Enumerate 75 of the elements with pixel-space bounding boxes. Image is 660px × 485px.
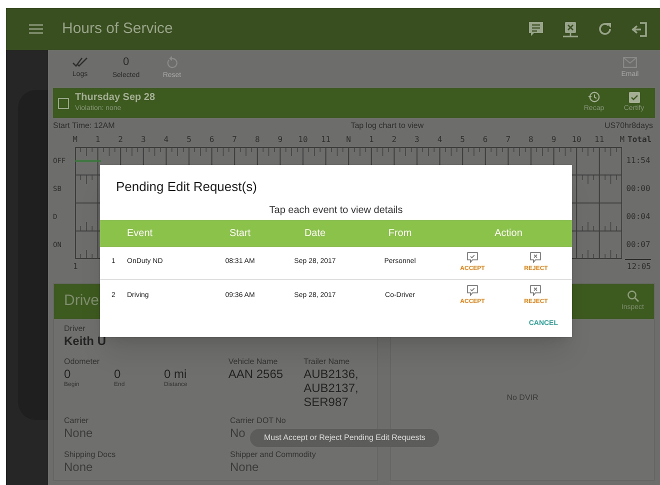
field-label: Carrier DOT No xyxy=(230,415,287,426)
hour-label: 11 xyxy=(320,134,332,146)
clipboard-check-icon xyxy=(628,91,640,104)
row-total: 11:54 xyxy=(626,155,650,167)
column-header: Event xyxy=(127,228,153,238)
hour-label: 1 xyxy=(94,134,102,146)
comment-x-icon xyxy=(530,252,542,262)
row-total: 00:00 xyxy=(626,183,650,195)
hour-label: 3 xyxy=(414,134,420,146)
start-time: Start Time: 12AM xyxy=(53,120,115,132)
hour-label: 8 xyxy=(528,134,534,146)
hour-label: 7 xyxy=(231,134,238,146)
column-header: Action xyxy=(494,226,522,240)
hour-label: 6 xyxy=(208,134,216,146)
hour-label: M xyxy=(72,134,78,146)
column-header: Start xyxy=(229,226,251,240)
row-total: 00:07 xyxy=(626,239,650,251)
field-label: Driver xyxy=(64,323,86,334)
app-title: Hours of Service xyxy=(62,18,173,39)
field-label: Carrier xyxy=(64,415,90,426)
chart-hint: Tap log chart to view xyxy=(350,120,424,132)
field-value: AUB2136, AUB2137, SER987 xyxy=(304,367,360,409)
day-checkbox[interactable] xyxy=(58,98,69,108)
refresh-icon[interactable] xyxy=(597,21,613,37)
field-label: Odometer xyxy=(64,356,101,367)
device-disconnect-icon[interactable] xyxy=(562,20,579,38)
comment-x-icon xyxy=(530,285,542,296)
field-label: Shipping Docs xyxy=(64,449,117,460)
email-icon xyxy=(623,57,637,68)
hour-label: 6 xyxy=(482,134,489,146)
field-value: AAN 2565 xyxy=(228,367,284,381)
search-icon xyxy=(626,290,639,302)
hour-label: 9 xyxy=(276,134,284,146)
hour-label: 4 xyxy=(162,134,170,146)
day-date: Thursday Sep 28 xyxy=(75,92,156,104)
page-number: 1 xyxy=(73,261,78,273)
comment-check-icon xyxy=(466,252,478,262)
grand-total: 12:05 xyxy=(624,259,651,273)
row-total: 00:04 xyxy=(626,211,650,223)
field-value: 0 xyxy=(64,367,71,381)
comment-check-icon xyxy=(466,285,478,296)
rule-set: US70hr8days xyxy=(604,120,653,132)
hour-label: 5 xyxy=(186,134,192,146)
card-title: Drive xyxy=(64,291,100,312)
hour-label: 11 xyxy=(594,134,606,146)
hour-label: 10 xyxy=(570,134,582,146)
column-header: Date xyxy=(304,226,326,240)
total-header: Total xyxy=(628,134,652,146)
logout-icon[interactable] xyxy=(631,20,648,38)
field-label: Vehicle Name xyxy=(228,356,279,367)
field-label: Trailer Name xyxy=(304,356,351,367)
hour-label: 3 xyxy=(140,134,147,146)
message-icon[interactable] xyxy=(528,21,544,37)
hour-label: 2 xyxy=(390,134,398,146)
menu-icon[interactable] xyxy=(29,24,43,34)
dialog-subtitle: Tap each event to view details xyxy=(268,204,404,218)
hour-label: 10 xyxy=(297,134,309,146)
hour-label: 7 xyxy=(504,134,512,146)
field-value: 0 mi xyxy=(164,367,187,381)
hour-label: 4 xyxy=(436,134,444,146)
hour-label: 9 xyxy=(550,134,558,146)
pending-edit-toast: Must Accept or Reject Pending Edit Requests xyxy=(250,429,440,447)
hour-label: 5 xyxy=(459,134,466,146)
driver-name: Keith U xyxy=(64,334,107,348)
undo-icon xyxy=(166,56,178,70)
hour-label: 2 xyxy=(117,134,124,146)
field-value: 0 xyxy=(114,367,121,381)
field-label: Shipper and Commodity xyxy=(230,449,317,460)
hour-label: 8 xyxy=(254,134,261,146)
hour-label: N xyxy=(345,134,352,146)
hour-label: 1 xyxy=(368,134,375,146)
double-check-icon xyxy=(72,57,88,68)
column-header: From xyxy=(388,226,412,240)
dialog-title: Pending Edit Request(s) xyxy=(115,178,258,196)
history-icon xyxy=(588,91,600,104)
